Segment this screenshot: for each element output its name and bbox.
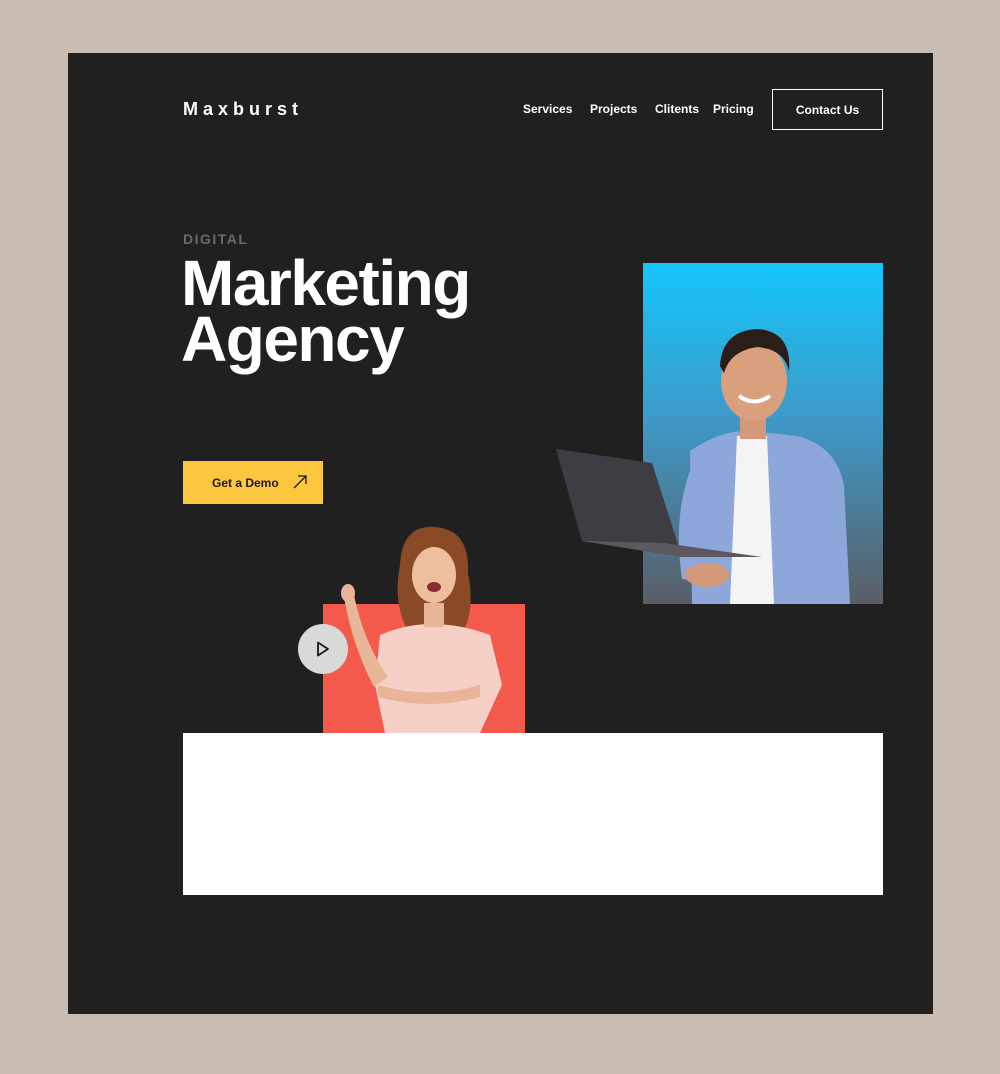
get-demo-label: Get a Demo: [212, 475, 279, 490]
hero-frame: Maxburst Services Projects Clitents Pric…: [68, 53, 933, 1014]
nav-pricing[interactable]: Pricing: [713, 102, 754, 116]
content-panel: [183, 733, 883, 895]
play-video-button[interactable]: [298, 624, 348, 674]
get-demo-button[interactable]: Get a Demo: [183, 461, 323, 504]
play-icon: [317, 641, 329, 657]
arrow-up-right-icon: [293, 475, 307, 489]
logo[interactable]: Maxburst: [183, 99, 303, 120]
man-with-laptop-image: [556, 329, 850, 604]
hero-title-line2: Agency: [181, 303, 405, 375]
hero-eyebrow: DIGITAL: [183, 231, 249, 247]
contact-us-button[interactable]: Contact Us: [772, 89, 883, 130]
nav-projects[interactable]: Projects: [590, 102, 637, 116]
nav-services[interactable]: Services: [523, 102, 572, 116]
woman-pointing-image: [341, 526, 502, 733]
nav-clients[interactable]: Clitents: [655, 102, 699, 116]
hero-title: Marketing Agency: [181, 251, 471, 375]
